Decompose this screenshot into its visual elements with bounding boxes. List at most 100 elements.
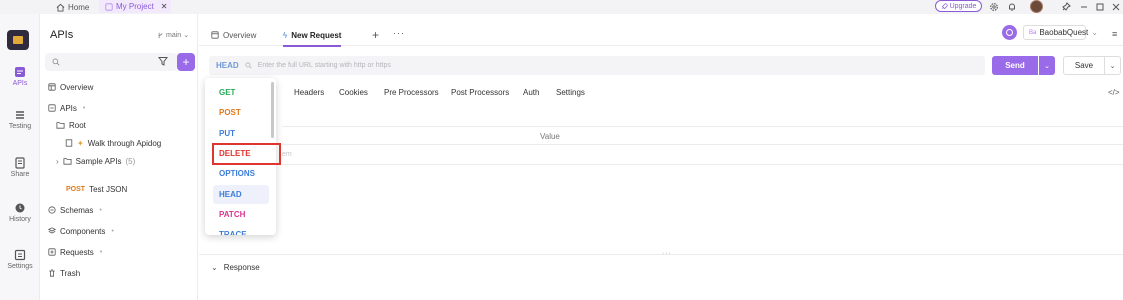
testing-icon <box>16 111 24 119</box>
tree-item-label: Walk through Apidog <box>87 138 162 148</box>
status-dot: • <box>111 227 114 235</box>
tree-item-root[interactable]: Root <box>56 118 86 132</box>
rail-item-testing[interactable]: Testing <box>0 109 40 130</box>
chevron-down-icon: ⌄ <box>183 32 190 39</box>
environment-badge: Ba <box>1029 29 1037 36</box>
tab-post-processors[interactable]: Post Processors <box>451 88 509 97</box>
tree-item-label: Components <box>60 226 106 236</box>
overview-icon <box>211 31 219 39</box>
rail-item-apis[interactable]: APIs <box>0 66 40 87</box>
tab-pre-processors[interactable]: Pre Processors <box>384 88 439 97</box>
project-tab[interactable]: My Project ✕ <box>99 0 171 13</box>
tab-new-request[interactable]: ϟ New Request <box>283 24 342 47</box>
tab-auth[interactable]: Auth <box>523 88 539 97</box>
resize-grip-icon[interactable]: ··· <box>662 250 672 257</box>
panel-divider[interactable] <box>199 254 1123 255</box>
rail-item-label: Testing <box>8 123 32 130</box>
avatar[interactable] <box>1030 0 1043 13</box>
tree-item-test-json[interactable]: POST Test JSON <box>66 182 127 196</box>
rail-item-settings[interactable]: Settings <box>0 249 40 270</box>
method-option-patch[interactable]: PATCH <box>213 205 269 224</box>
settings-gear-icon[interactable] <box>988 1 1000 13</box>
rail-item-label: Settings <box>7 263 33 270</box>
tree-item-walkthrough[interactable]: ✦ Walk through Apidog <box>65 136 161 150</box>
bell-icon[interactable] <box>1006 1 1018 13</box>
tree-item-sample-apis[interactable]: › Sample APIs (5) <box>56 154 135 168</box>
minimize-icon[interactable] <box>1078 1 1090 13</box>
dropdown-scrollbar[interactable] <box>271 82 274 138</box>
tree-item-requests[interactable]: Requests • <box>48 245 102 259</box>
method-option-head[interactable]: HEAD <box>213 184 269 204</box>
tree-item-schemas[interactable]: Schemas • <box>48 203 102 217</box>
add-button[interactable]: + <box>177 53 195 71</box>
branch-icon <box>158 32 163 38</box>
folder-icon <box>56 122 65 129</box>
project-tab-label: My Project <box>116 2 154 11</box>
new-tab-button[interactable]: + <box>372 28 379 42</box>
method-option-options[interactable]: OPTIONS <box>213 164 269 183</box>
maximize-icon[interactable] <box>1094 1 1106 13</box>
method-selector[interactable]: HEAD <box>216 61 239 70</box>
schemas-icon <box>48 206 56 214</box>
rail-item-label: History <box>9 216 31 223</box>
tree-item-overview[interactable]: Overview <box>48 80 93 94</box>
send-options-chevron-icon[interactable]: ⌄ <box>1039 56 1055 75</box>
overview-icon <box>48 83 56 91</box>
save-options-chevron-icon[interactable]: ⌄ <box>1105 56 1121 75</box>
upgrade-label: Upgrade <box>949 2 977 10</box>
response-section-toggle[interactable]: ⌄ Response <box>211 263 260 272</box>
window-close-icon[interactable] <box>1110 1 1122 13</box>
rail-item-label: Share <box>10 171 30 178</box>
tree-item-label: Schemas <box>60 205 94 215</box>
menu-icon[interactable]: ≡ <box>1112 29 1117 39</box>
status-dot: • <box>99 248 103 256</box>
rail-item-history[interactable]: History <box>0 202 40 223</box>
tree-item-apis[interactable]: APIs • <box>48 101 85 115</box>
send-button[interactable]: Send <box>992 56 1038 75</box>
upgrade-button[interactable]: Upgrade <box>935 0 982 12</box>
settings-icon <box>14 249 26 261</box>
environment-name: BaobabQuest <box>1039 28 1089 37</box>
params-table: Value em <box>282 126 1123 166</box>
item-count: (5) <box>125 156 136 166</box>
delete-highlight-box <box>212 143 281 165</box>
apis-folder-icon <box>48 104 56 112</box>
tab-cookies[interactable]: Cookies <box>339 88 368 97</box>
tree-item-trash[interactable]: Trash <box>48 266 80 280</box>
save-button[interactable]: Save <box>1063 56 1105 75</box>
project-icon <box>105 2 113 11</box>
branch-selector[interactable]: main ⌄ <box>157 31 189 39</box>
folder-icon <box>63 158 72 165</box>
tab-overview[interactable]: Overview <box>211 24 256 46</box>
tree-item-label: Root <box>69 120 86 130</box>
table-row[interactable]: em <box>282 145 1123 165</box>
method-option-put[interactable]: PUT <box>213 124 269 143</box>
close-icon[interactable]: ✕ <box>161 2 168 11</box>
rocket-icon <box>941 2 948 9</box>
status-dot: • <box>99 206 102 214</box>
tab-headers[interactable]: Headers <box>294 88 324 97</box>
method-option-post[interactable]: POST <box>213 103 269 122</box>
app-logo <box>7 30 29 50</box>
url-input[interactable]: HEAD Enter the full URL starting with ht… <box>209 56 985 75</box>
rail-item-share[interactable]: Share <box>0 157 40 178</box>
tree-item-label: Sample APIs <box>75 156 122 166</box>
environment-select[interactable]: Ba BaobabQuest ⌄ <box>1023 25 1098 40</box>
tab-settings[interactable]: Settings <box>556 88 585 97</box>
code-icon[interactable]: </> <box>1108 88 1120 97</box>
method-option-get[interactable]: GET <box>213 83 269 102</box>
lightning-icon: ϟ <box>283 30 288 40</box>
more-tabs-button[interactable]: ··· <box>393 28 405 38</box>
environment-icon[interactable] <box>1002 25 1017 40</box>
tab-label: New Request <box>291 30 342 40</box>
home-tab[interactable]: Home <box>56 0 89 14</box>
method-option-trace[interactable]: TRACE <box>213 225 269 235</box>
requests-icon <box>48 248 56 256</box>
tree-item-components[interactable]: Components • <box>48 224 114 238</box>
filter-icon[interactable] <box>158 56 168 66</box>
url-placeholder: Enter the full URL starting with http or… <box>257 62 391 69</box>
tree-item-label: Overview <box>60 82 94 92</box>
title-bar: Home My Project ✕ Upgrade <box>0 0 1123 14</box>
pin-icon[interactable] <box>1060 1 1072 13</box>
sidebar-title: APIs <box>50 29 74 41</box>
